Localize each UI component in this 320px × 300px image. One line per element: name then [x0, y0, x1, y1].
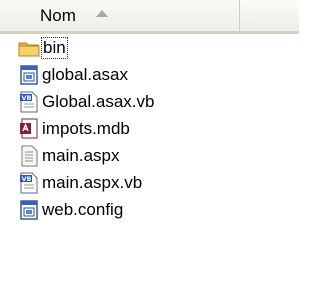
vb-file-icon: VB [20, 91, 38, 113]
vb-file-icon: VB [20, 172, 38, 194]
file-name: Global.asax.vb [42, 92, 155, 111]
access-db-icon [20, 118, 38, 139]
file-name: global.asax [42, 65, 129, 84]
svg-text:VB: VB [22, 175, 32, 183]
aspx-icon [21, 145, 38, 167]
svg-text:VB: VB [22, 94, 32, 102]
config-icon [20, 200, 38, 220]
file-name: main.aspx.vb [42, 173, 143, 192]
file-row-bin[interactable]: bin [18, 35, 68, 61]
file-name: main.aspx [42, 146, 120, 165]
folder-icon [18, 42, 40, 57]
column-header-bar: Nom [0, 0, 299, 34]
file-row-main-aspx[interactable]: main.aspx [18, 143, 119, 169]
file-name: bin [41, 37, 68, 59]
file-row-web-config[interactable]: web.config [18, 197, 123, 223]
file-row-main-aspx-vb[interactable]: VB main.aspx.vb [18, 170, 142, 196]
asax-icon [20, 65, 38, 85]
column-header-name[interactable]: Nom [0, 0, 240, 31]
column-header-next[interactable] [241, 0, 299, 31]
file-name: impots.mdb [42, 119, 130, 138]
file-row-impots-mdb[interactable]: impots.mdb [18, 116, 130, 142]
sort-ascending-icon [96, 10, 108, 17]
column-header-label: Nom [40, 6, 76, 25]
file-row-global-asax-vb[interactable]: VB Global.asax.vb [18, 89, 154, 115]
file-row-global-asax[interactable]: global.asax [18, 62, 128, 88]
file-name: web.config [42, 200, 124, 219]
